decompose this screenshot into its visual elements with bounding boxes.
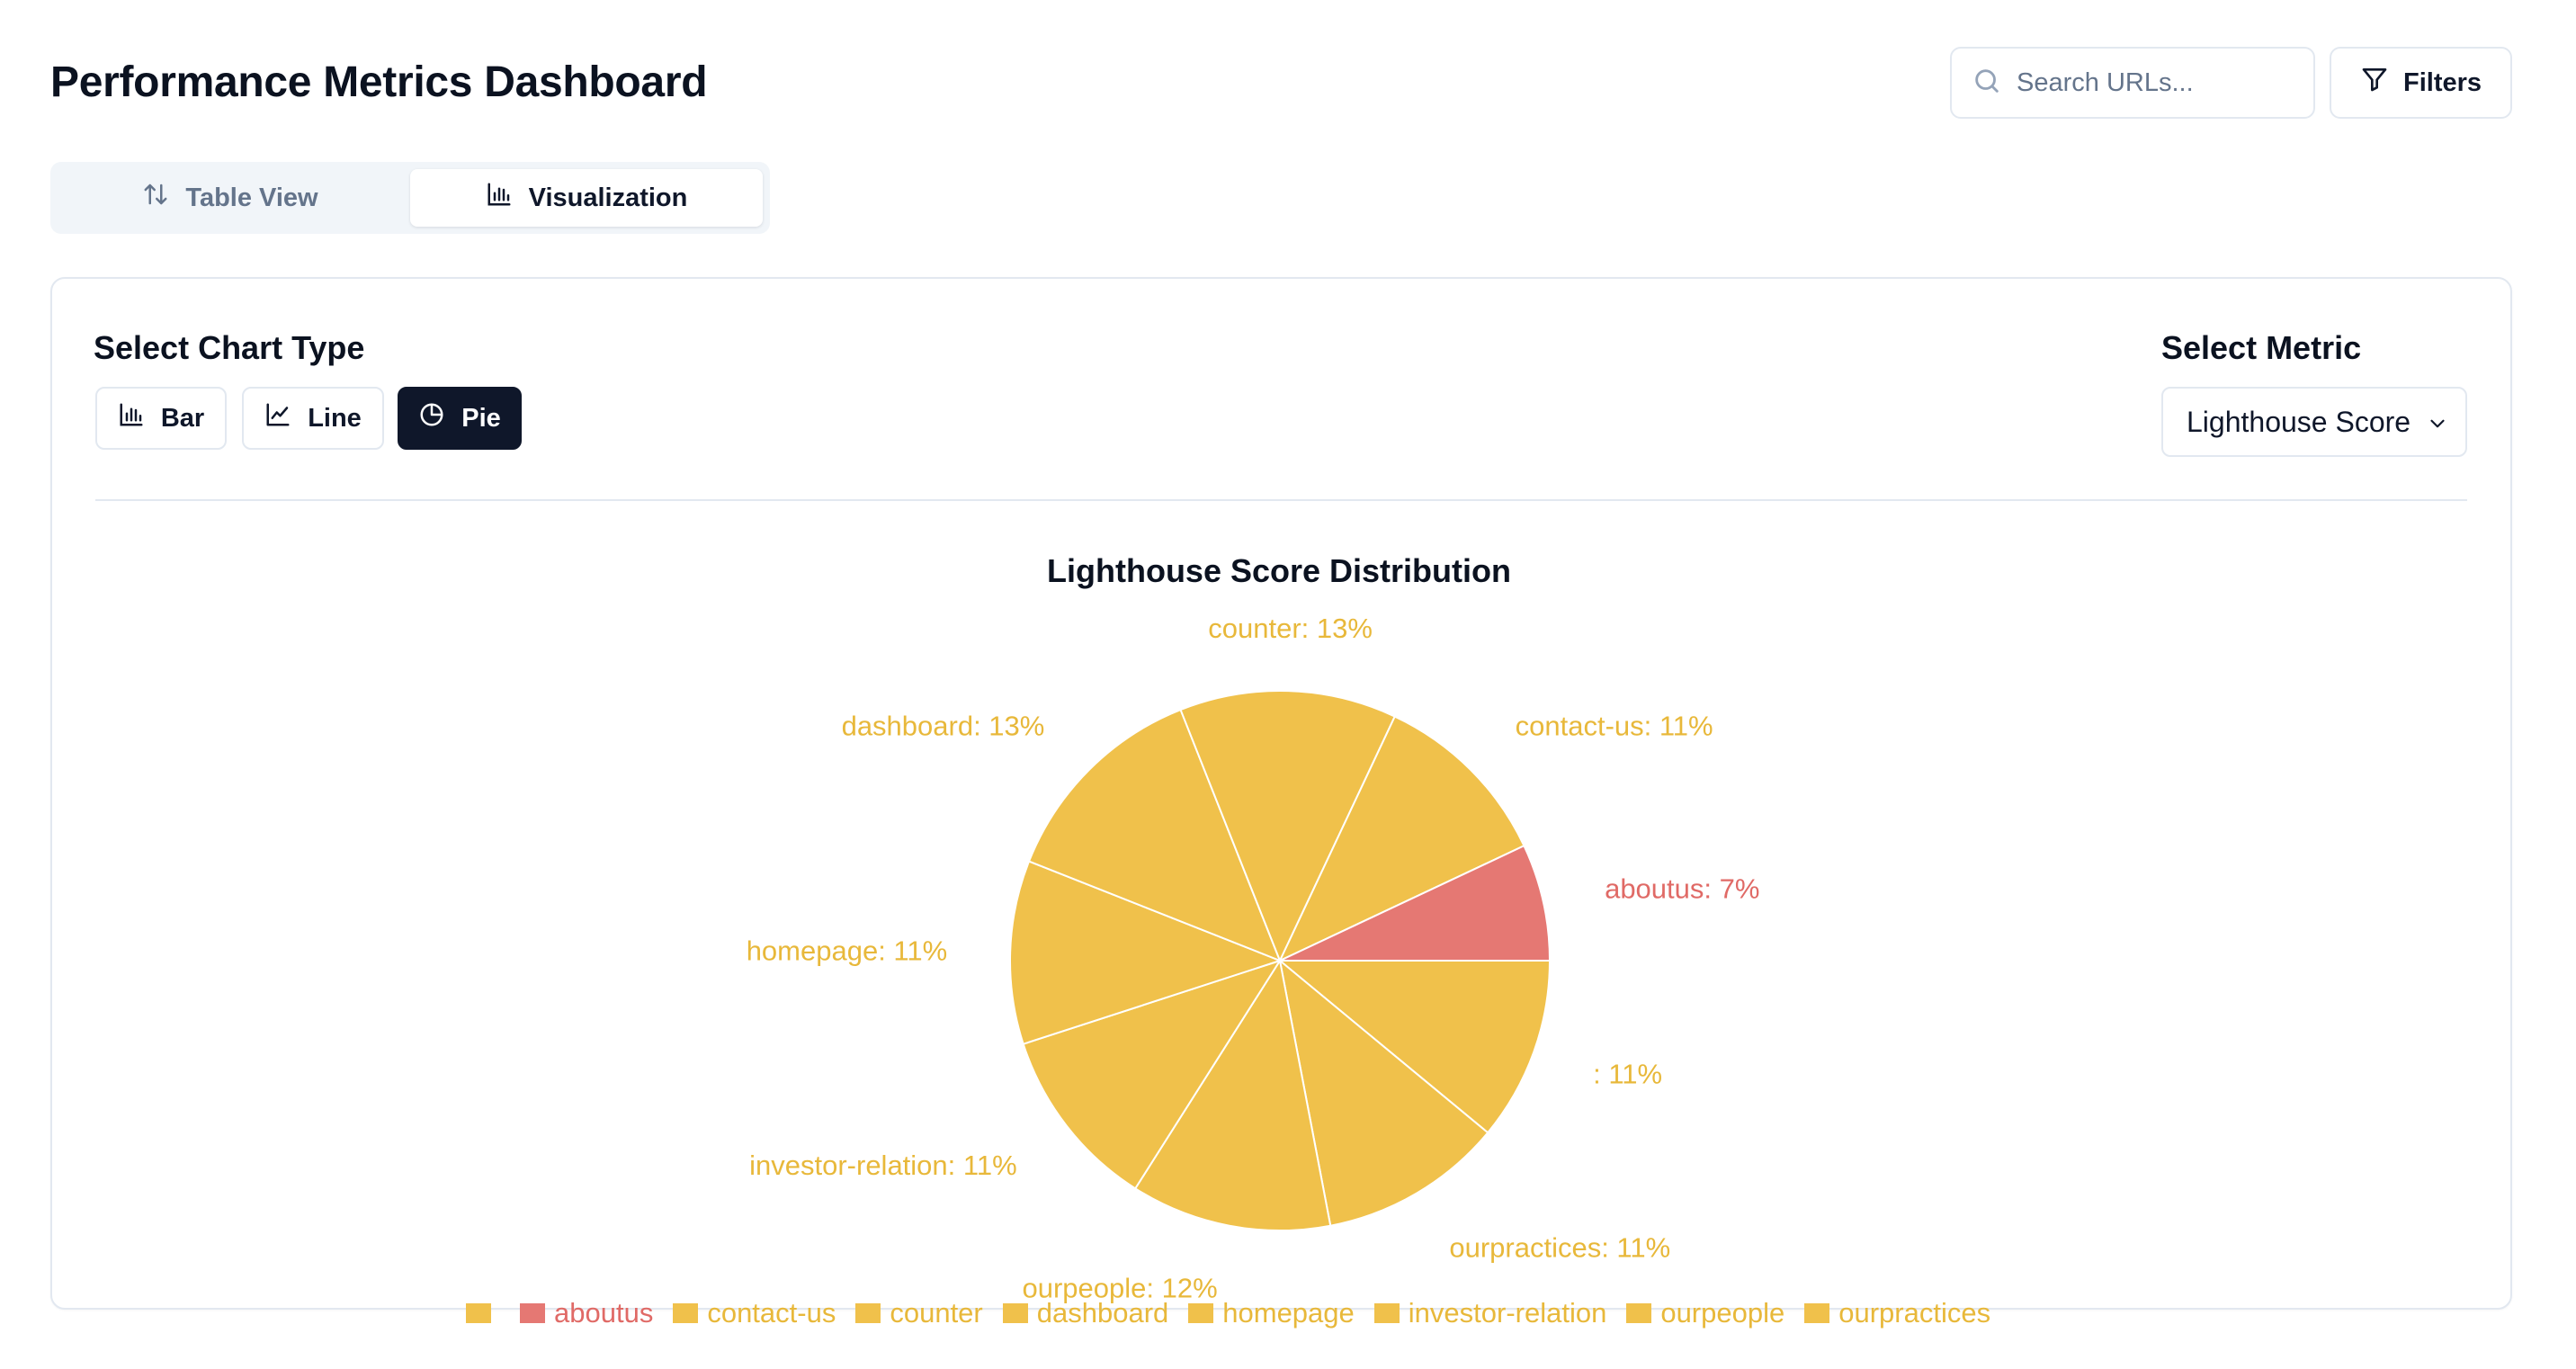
metric-label: Select Metric <box>2161 329 2362 366</box>
legend-swatch <box>466 1303 491 1323</box>
legend-label: dashboard <box>1036 1297 1169 1329</box>
legend-label: aboutus <box>554 1297 654 1329</box>
legend-item[interactable]: homepage <box>1188 1297 1355 1329</box>
legend-swatch <box>520 1303 545 1323</box>
legend-swatch <box>1373 1303 1400 1323</box>
bar-chart-icon <box>486 181 513 215</box>
filter-icon <box>2360 65 2389 101</box>
chart-type-label: Select Chart Type <box>94 329 365 366</box>
pie-chart-button-label: Pie <box>461 403 501 433</box>
bar-chart-button[interactable]: Bar <box>95 387 227 450</box>
legend-item[interactable]: counter <box>855 1297 983 1329</box>
bar-chart-button-label: Bar <box>160 403 205 433</box>
legend-item[interactable]: investor-relation <box>1373 1297 1607 1329</box>
legend-item[interactable]: ourpeople <box>1626 1297 1784 1329</box>
legend-item[interactable]: contact-us <box>673 1297 836 1329</box>
legend-label: ourpeople <box>1660 1297 1785 1329</box>
tab-visualization-label: Visualization <box>528 183 688 212</box>
page-title: Performance Metrics Dashboard <box>50 58 708 106</box>
legend-label: contact-us <box>707 1297 836 1329</box>
line-chart-icon <box>264 401 291 435</box>
legend-swatch <box>1626 1303 1652 1323</box>
chart-legend: aboutus contact-us counter dashboard homepag… <box>466 1295 1990 1331</box>
pie-chart-icon <box>418 401 445 435</box>
legend-item[interactable]: ourpractices <box>1804 1297 1990 1329</box>
bar-chart-icon <box>118 401 145 435</box>
line-chart-button[interactable]: Line <box>242 387 384 450</box>
sort-arrows-icon <box>142 181 169 215</box>
divider <box>95 499 2467 501</box>
search-icon <box>1972 66 2002 101</box>
legend-swatch <box>1804 1303 1830 1323</box>
tab-table-view-label: Table View <box>185 183 318 212</box>
pie-chart-button[interactable]: Pie <box>398 387 522 450</box>
legend-item[interactable]: aboutus <box>520 1297 653 1329</box>
line-chart-button-label: Line <box>308 403 362 433</box>
legend-label: counter <box>890 1297 983 1329</box>
metric-select-value: Lighthouse Score <box>2187 405 2411 438</box>
metric-select[interactable]: Lighthouse Score <box>2161 387 2467 457</box>
search-box[interactable] <box>1950 47 2315 119</box>
tab-visualization[interactable]: Visualization <box>410 169 763 227</box>
legend-swatch <box>673 1303 699 1323</box>
view-tabs: Table View Visualization <box>50 162 770 234</box>
legend-item[interactable] <box>466 1303 500 1323</box>
filters-button-label: Filters <box>2402 67 2482 97</box>
legend-swatch <box>1188 1303 1214 1323</box>
legend-label: ourpractices <box>1838 1297 1991 1329</box>
legend-swatch <box>855 1303 881 1323</box>
tab-table-view[interactable]: Table View <box>58 169 403 227</box>
chart-title: Lighthouse Score Distribution <box>1047 552 1512 589</box>
search-input[interactable] <box>2017 67 2304 98</box>
filters-button[interactable]: Filters <box>2330 47 2512 119</box>
legend-item[interactable]: dashboard <box>1002 1297 1169 1329</box>
legend-label: homepage <box>1222 1297 1355 1329</box>
legend-swatch <box>1002 1303 1028 1323</box>
legend-label: investor-relation <box>1408 1297 1607 1329</box>
